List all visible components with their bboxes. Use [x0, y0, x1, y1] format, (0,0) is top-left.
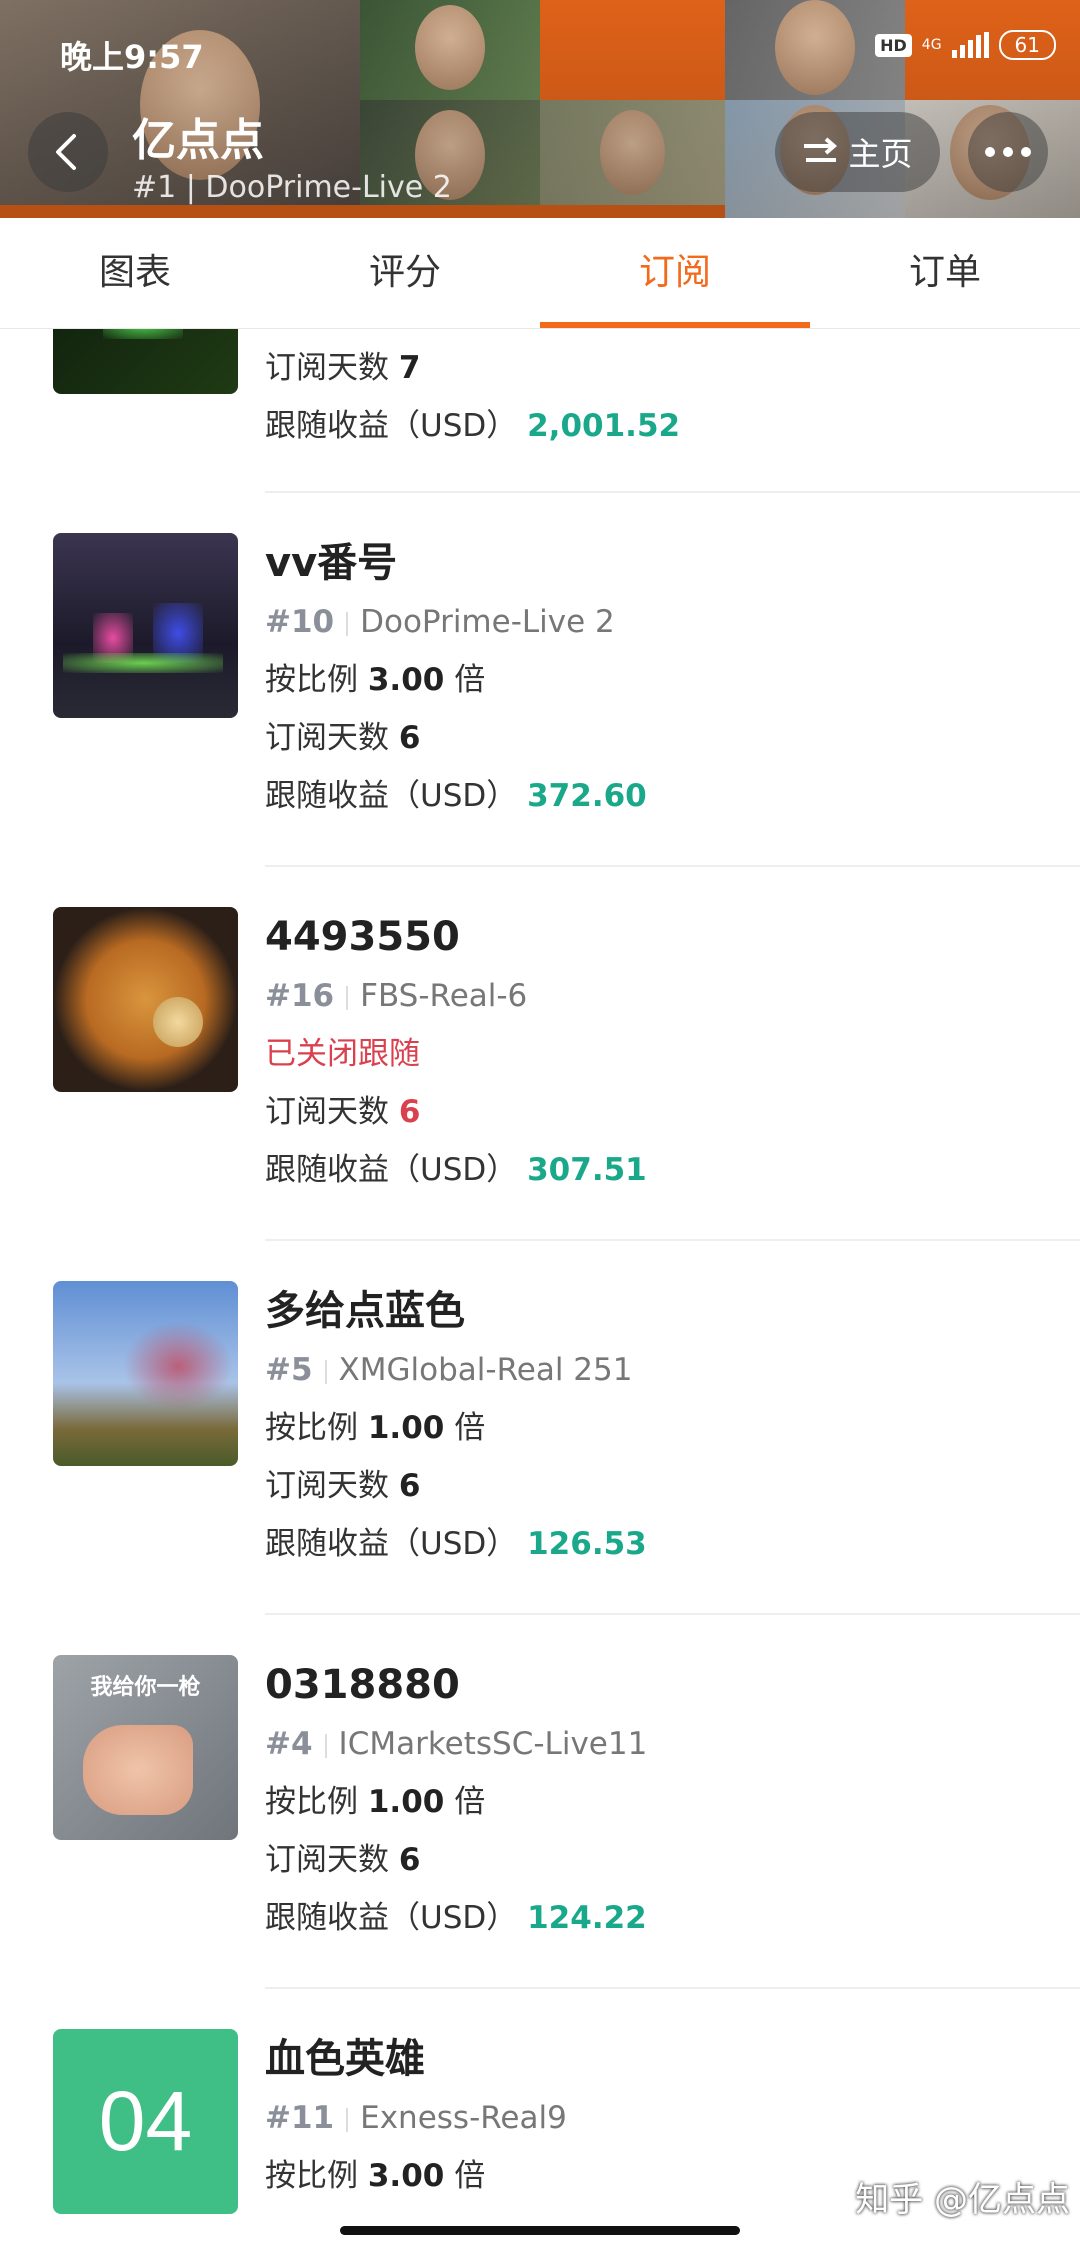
subscribe-days-row: 订阅天数 6 [265, 1094, 421, 1130]
profit-row: 跟随收益（USD） 124.22 [265, 1900, 647, 1936]
hd-badge: HD [875, 33, 912, 57]
profit-row: 跟随收益（USD） 126.53 [265, 1526, 647, 1562]
rank-server-row: #5 XMGlobal-Real 251 [265, 1352, 633, 1388]
divider [265, 865, 1080, 867]
network-label: 4G [921, 37, 942, 53]
profit-value: 2,001.52 [527, 408, 681, 444]
status-icons: HD 4G 61 [875, 30, 1056, 60]
thumbnail-number: 04 [98, 2074, 193, 2168]
item-name: 血色英雄 [265, 2036, 425, 2082]
item-name: 0318880 [265, 1662, 460, 1708]
home-button[interactable]: 主页 [775, 112, 940, 192]
status-time: 晚上9:57 [60, 38, 204, 76]
subscribe-days-row: 订阅天数 7 [265, 350, 421, 386]
ratio-row: 按比例 3.00 倍 [265, 2158, 486, 2194]
ratio-row: 按比例 3.00 倍 [265, 662, 486, 698]
signal-icon [951, 32, 989, 58]
rank-server-row: #10 DooPrime-Live 2 [265, 604, 615, 640]
watermark: 知乎 @亿点点 [855, 2180, 1070, 2220]
profile-header: 晚上9:57 HD 4G 61 亿点点 #1 | DooPrime-Live 2… [0, 0, 1080, 218]
item-thumbnail [53, 329, 238, 394]
item-name: vv番号 [265, 540, 398, 586]
back-button[interactable] [28, 112, 108, 192]
profit-row: 跟随收益（USD） 372.60 [265, 778, 647, 814]
profit-row: 跟随收益（USD） 307.51 [265, 1152, 647, 1188]
rank-server-row: #11 Exness-Real9 [265, 2100, 567, 2136]
page-title: 亿点点 [132, 115, 264, 166]
ratio-row: 按比例 1.00 倍 [265, 1410, 486, 1446]
home-indicator[interactable] [340, 2226, 740, 2235]
tab-rating[interactable]: 评分 [270, 218, 540, 328]
ratio-row: 按比例 1.00 倍 [265, 1784, 486, 1820]
closed-status: 已关闭跟随 [265, 1036, 420, 1072]
battery-icon: 61 [998, 30, 1056, 60]
thumbnail-caption: 我给你一枪 [90, 1675, 201, 1700]
item-name: 4493550 [265, 914, 460, 960]
subscription-list: 订阅天数 7 跟随收益（USD） 2,001.52 vv番号 #10 DooPri… [0, 329, 1080, 2248]
tab-bar: 图表 评分 订阅 订单 [0, 218, 1080, 329]
profit-row: 跟随收益（USD） 2,001.52 [265, 408, 681, 444]
divider [265, 1613, 1080, 1615]
divider [265, 1239, 1080, 1241]
rank-server-row: #4 ICMarketsSC-Live11 [265, 1726, 648, 1762]
subscribe-days-value: 7 [398, 350, 421, 386]
item-thumbnail [53, 1281, 238, 1466]
item-thumbnail: 我给你一枪 [53, 1655, 238, 1840]
divider [265, 491, 1080, 493]
chevron-left-icon [56, 134, 76, 170]
item-thumbnail: 04 [53, 2029, 238, 2214]
more-dot-icon [985, 147, 995, 157]
item-thumbnail [53, 533, 238, 718]
page-subtitle: #1 | DooPrime-Live 2 [132, 170, 452, 205]
item-thumbnail [53, 907, 238, 1092]
tab-orders[interactable]: 订单 [810, 218, 1080, 328]
home-label: 主页 [848, 135, 913, 173]
rank-server-row: #16 FBS-Real-6 [265, 978, 528, 1014]
more-dot-icon [1003, 147, 1013, 157]
tab-subscription[interactable]: 订阅 [540, 218, 810, 328]
subscribe-days-row: 订阅天数 6 [265, 1468, 421, 1504]
more-button[interactable] [968, 112, 1048, 192]
subscribe-days-row: 订阅天数 6 [265, 1842, 421, 1878]
tab-chart[interactable]: 图表 [0, 218, 270, 328]
swap-icon [804, 137, 838, 162]
divider [265, 1987, 1080, 1989]
item-name: 多给点蓝色 [265, 1288, 465, 1334]
subscribe-days-row: 订阅天数 6 [265, 720, 421, 756]
more-dot-icon [1021, 147, 1031, 157]
